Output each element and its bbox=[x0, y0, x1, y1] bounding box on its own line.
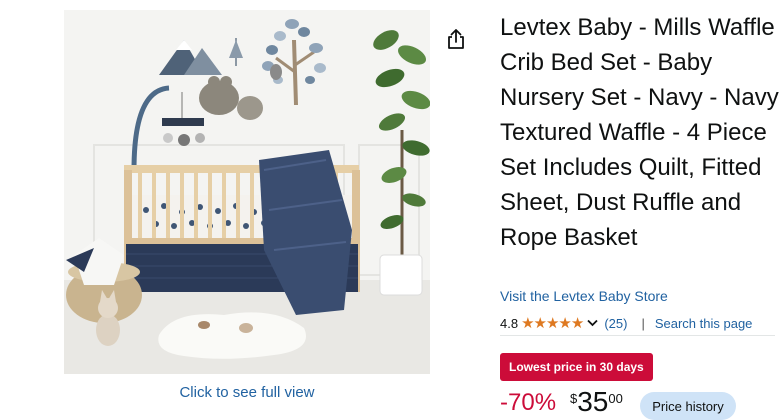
price: $ 35 00 bbox=[570, 386, 623, 418]
rating-row: 4.8 ★★★★★ (25) | Search this page bbox=[500, 314, 752, 332]
star-rating-icon[interactable]: ★★★★★ bbox=[521, 314, 584, 332]
nursery-photo bbox=[64, 10, 430, 374]
discount-percent: -70% bbox=[500, 389, 557, 416]
share-button[interactable] bbox=[444, 26, 468, 52]
share-icon bbox=[448, 29, 464, 49]
divider bbox=[500, 335, 775, 336]
price-fraction: 00 bbox=[608, 391, 623, 406]
price-history-button[interactable]: Price history bbox=[640, 392, 736, 420]
full-view-link[interactable]: Click to see full view bbox=[64, 384, 430, 401]
search-page-link[interactable]: Search this page bbox=[655, 316, 753, 331]
rating-count-link[interactable]: (25) bbox=[604, 316, 627, 331]
price-whole: 35 bbox=[577, 386, 609, 417]
product-image[interactable] bbox=[64, 10, 430, 374]
product-title: Levtex Baby - Mills Waffle Crib Bed Set … bbox=[500, 14, 779, 251]
rating-value: 4.8 bbox=[500, 315, 519, 331]
store-link[interactable]: Visit the Levtex Baby Store bbox=[500, 288, 668, 304]
deal-badge: Lowest price in 30 days bbox=[500, 353, 653, 381]
chevron-down-icon[interactable] bbox=[587, 319, 598, 327]
currency-symbol: $ bbox=[570, 391, 578, 406]
rating-separator: | bbox=[641, 315, 645, 331]
